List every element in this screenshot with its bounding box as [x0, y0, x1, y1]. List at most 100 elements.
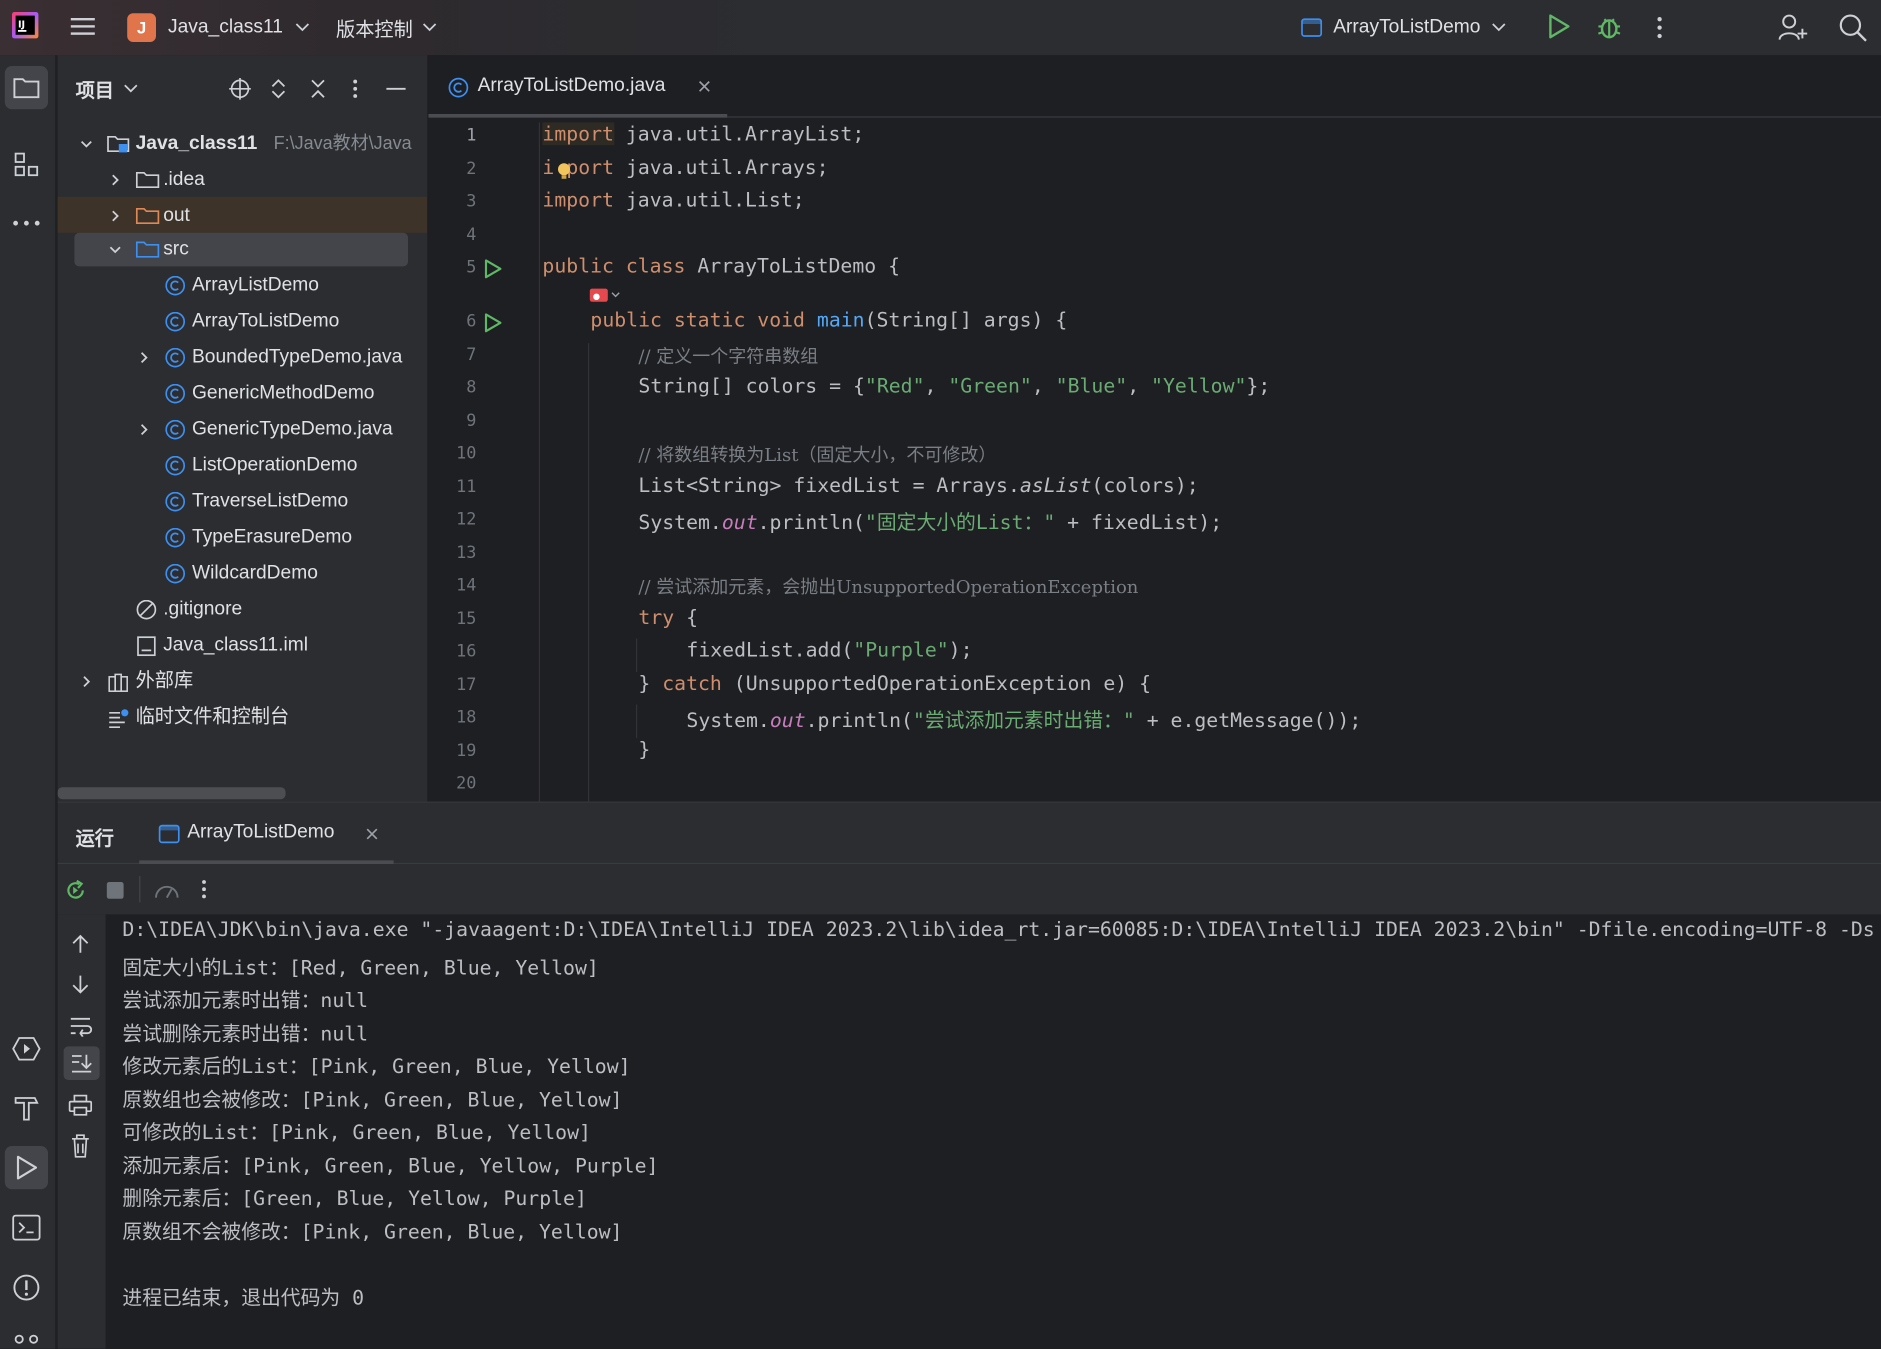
project-selector[interactable]: J Java_class11: [127, 12, 309, 43]
tree-item-root[interactable]: Java_class11 F:\Java教材\Java: [58, 127, 428, 161]
hamburger-icon[interactable]: [70, 14, 96, 38]
module-folder-icon: [107, 134, 131, 153]
java-class-icon: [164, 492, 186, 514]
console-output[interactable]: D:\IDEA\JDK\bin\java.exe "-javaagent:D:\…: [58, 914, 1881, 1348]
tree-item-class[interactable]: BoundedTypeDemo.java: [58, 341, 428, 375]
editor-tab[interactable]: ArrayToListDemo.java: [428, 55, 728, 118]
chevron-right-icon: [137, 422, 151, 436]
run-gutter-icon[interactable]: [484, 258, 503, 280]
run-tab[interactable]: ArrayToListDemo: [139, 803, 394, 865]
line-number: 6: [466, 312, 477, 332]
debug-icon[interactable]: [1596, 12, 1622, 41]
active-tab-underline: [428, 114, 728, 118]
ai-inlay-hint[interactable]: ●: [589, 288, 620, 302]
vcs-label: 版本控制: [336, 20, 413, 41]
problems-icon: [12, 1273, 41, 1302]
folder-icon: [12, 76, 41, 100]
more-vertical-icon[interactable]: [1652, 14, 1666, 40]
lightbulb-icon[interactable]: [557, 162, 571, 181]
svg-text:●: ●: [593, 291, 600, 301]
build-tool-button[interactable]: [5, 1086, 48, 1129]
run-config-selector[interactable]: ArrayToListDemo: [1301, 12, 1506, 43]
console-line: 修改元素后的List：[Pink, Green, Blue, Yellow]: [122, 1054, 631, 1078]
tree-item-class[interactable]: ListOperationDemo: [58, 449, 428, 483]
tree-item-class[interactable]: WildcardDemo: [58, 557, 428, 591]
tree-item-class[interactable]: GenericTypeDemo.java: [58, 413, 428, 447]
stop-icon[interactable]: [106, 881, 125, 900]
java-class-icon: [164, 564, 186, 586]
code-comment: // 尝试添加元素，会抛出UnsupportedOperationExcepti…: [638, 576, 1139, 598]
run-toolbar: [57, 864, 1881, 915]
console-line: 尝试添加元素时出错：null: [122, 988, 369, 1012]
scratches-icon: [108, 708, 130, 730]
project-view-selector[interactable]: 项目: [76, 74, 138, 103]
line-number: 12: [456, 510, 477, 530]
horizontal-scrollbar[interactable]: [57, 787, 286, 800]
chevron-down-icon: [108, 242, 122, 256]
project-badge: J: [127, 13, 156, 42]
line-number: 16: [456, 642, 477, 662]
more-vertical-icon[interactable]: [350, 77, 360, 101]
line-number: 9: [466, 411, 477, 431]
structure-tool-button[interactable]: [5, 143, 48, 186]
search-icon[interactable]: [1837, 12, 1868, 43]
source-folder-icon: [135, 240, 160, 259]
rerun-icon[interactable]: [64, 878, 88, 902]
tree-item-class[interactable]: ArrayToListDemo: [58, 305, 428, 339]
project-tool-button[interactable]: [4, 66, 49, 110]
line-number: 20: [456, 774, 477, 794]
editor-tab-label: ArrayToListDemo.java: [477, 75, 666, 96]
console-line: 添加元素后：[Pink, Green, Blue, Yellow, Purple…: [122, 1154, 659, 1178]
vcs-menu[interactable]: 版本控制: [336, 12, 437, 43]
tool-window-strip: [0, 55, 57, 1349]
minimize-icon[interactable]: [385, 77, 407, 101]
project-panel: 项目 Java_class11 F:\Java教材\Java .idea out…: [57, 55, 428, 802]
run-icon[interactable]: [1547, 13, 1571, 39]
more-vertical-icon[interactable]: [199, 877, 209, 901]
tree-item-out[interactable]: out: [58, 199, 428, 233]
expand-all-icon[interactable]: [269, 77, 288, 101]
tree-item-class[interactable]: GenericMethodDemo: [58, 377, 428, 411]
chevron-down-icon: [295, 23, 309, 33]
tree-item-external-libraries[interactable]: 外部库: [58, 665, 428, 699]
collapse-all-icon[interactable]: [308, 77, 327, 101]
java-class-icon: [164, 348, 186, 370]
run-tool-button[interactable]: [4, 1146, 49, 1190]
code-line: System.out.println("固定大小的List：" + fixedL…: [638, 511, 1223, 534]
tree-item-class[interactable]: ArrayListDemo: [58, 269, 428, 303]
run-gutter-icon[interactable]: [484, 312, 503, 334]
profiler-icon[interactable]: [154, 878, 180, 902]
line-number: 4: [466, 225, 477, 245]
code-line: import java.util.List;: [542, 188, 805, 212]
services-tool-button[interactable]: [5, 1027, 48, 1070]
code-line: import java.util.ArrayList;: [542, 122, 865, 146]
tree-item-gitignore[interactable]: .gitignore: [58, 593, 428, 627]
java-class-icon: [164, 312, 186, 334]
line-number: 11: [456, 477, 477, 497]
code-editor[interactable]: ArrayToListDemo.java 1 2 3 4 5 6 7 8 9 1…: [428, 55, 1881, 802]
git-tool-button[interactable]: [5, 1325, 48, 1349]
add-user-icon[interactable]: [1777, 12, 1808, 43]
line-number: 13: [456, 543, 477, 563]
module-file-icon: [137, 636, 156, 658]
close-icon[interactable]: [697, 79, 711, 93]
close-icon[interactable]: [365, 827, 379, 841]
terminal-tool-button[interactable]: [5, 1206, 48, 1249]
tree-item-scratches[interactable]: 临时文件和控制台: [58, 701, 428, 735]
code-line: } catch (UnsupportedOperationException e…: [638, 672, 1152, 695]
line-number: 10: [456, 444, 477, 464]
intellij-logo-icon[interactable]: IJ: [11, 11, 40, 40]
tree-item-src[interactable]: src: [58, 233, 428, 267]
tree-item-iml[interactable]: Java_class11.iml: [58, 629, 428, 663]
chevron-down-icon: [124, 84, 138, 94]
tree-item-class[interactable]: TypeErasureDemo: [58, 521, 428, 555]
locate-icon[interactable]: [228, 77, 252, 101]
run-tool-window: 运行 ArrayToListDemo D:\IDEA\JDK\bin\java.…: [57, 801, 1881, 1349]
tree-item-idea[interactable]: .idea: [58, 163, 428, 197]
problems-tool-button[interactable]: [5, 1266, 48, 1309]
line-number: 7: [466, 345, 477, 365]
tree-item-class[interactable]: TraverseListDemo: [58, 485, 428, 519]
git-icon: [12, 1332, 41, 1349]
tree-label: TraverseListDemo: [192, 490, 349, 512]
more-tools-button[interactable]: [5, 202, 48, 245]
